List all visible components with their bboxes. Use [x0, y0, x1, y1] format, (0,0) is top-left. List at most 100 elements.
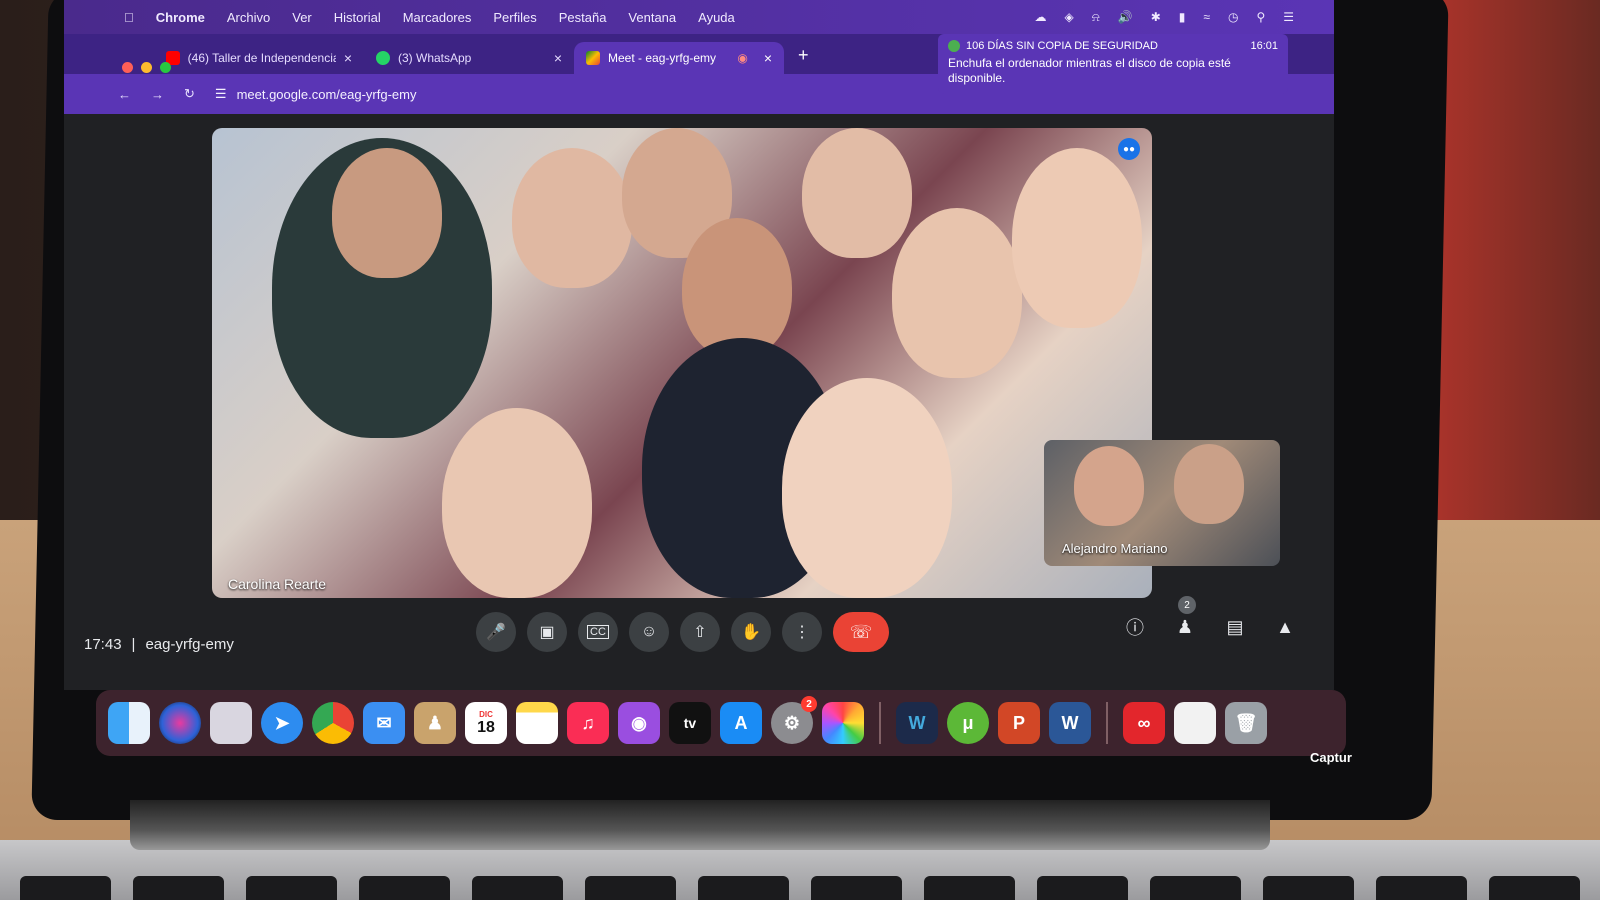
microphone-button[interactable]: 🎤: [476, 612, 516, 652]
reload-icon[interactable]: ↻: [184, 86, 195, 102]
menu-chrome[interactable]: Chrome: [156, 10, 205, 25]
apple-tv-icon[interactable]: tv: [669, 702, 711, 744]
hang-up-icon: ☏: [849, 621, 873, 642]
menu-historial[interactable]: Historial: [334, 10, 381, 25]
meeting-details-button[interactable]: ⓘ: [1122, 614, 1148, 640]
calendar-icon[interactable]: DIC 18: [465, 702, 507, 744]
time-machine-icon: [948, 40, 960, 52]
apple-menu-icon[interactable]: : [124, 10, 134, 25]
main-video-tile[interactable]: ●● Carolina Rearte: [212, 128, 1152, 598]
captions-icon: CC: [587, 625, 609, 639]
creative-cloud-icon[interactable]: ∞: [1123, 702, 1165, 744]
system-settings-icon[interactable]: ⚙ 2: [771, 696, 817, 744]
forward-arrow-icon[interactable]: →: [151, 87, 164, 102]
meeting-code: eag-yrfg-emy: [145, 636, 234, 653]
mail-icon[interactable]: ✉: [363, 702, 405, 744]
contacts-icon[interactable]: ♟: [414, 702, 456, 744]
notification-body: Enchufa el ordenador mientras el disco d…: [948, 56, 1231, 85]
url-text: meet.google.com/eag-yrfg-emy: [236, 86, 417, 102]
word-icon[interactable]: W: [1049, 702, 1091, 744]
close-icon[interactable]: ×: [764, 50, 772, 66]
menu-ayuda[interactable]: Ayuda: [698, 10, 735, 25]
close-icon[interactable]: ×: [554, 50, 562, 66]
back-arrow-icon[interactable]: ←: [118, 87, 131, 102]
tab-whatsapp[interactable]: (3) WhatsApp ×: [364, 42, 574, 74]
participant-figure: [782, 378, 952, 598]
tab-youtube[interactable]: (46) Taller de Independencia ×: [154, 42, 364, 74]
powerpoint-icon[interactable]: P: [998, 702, 1040, 744]
backup-notification[interactable]: 106 DÍAS SIN COPIA DE SEGURIDAD 16:01 En…: [938, 34, 1288, 94]
laptop-screen:  Chrome Archivo Ver Historial Marcadore…: [64, 0, 1334, 690]
bluetooth-icon[interactable]: ✱: [1151, 10, 1161, 25]
participant-figure: [442, 408, 592, 598]
activities-icon: ▲: [1276, 616, 1294, 637]
trash-icon[interactable]: 🗑: [1225, 702, 1267, 744]
participant-figure: [512, 148, 632, 288]
activities-button[interactable]: ▲: [1272, 614, 1298, 640]
info-icon: ⓘ: [1126, 618, 1144, 638]
end-call-button[interactable]: ☏: [833, 612, 889, 652]
finder-icon[interactable]: [108, 702, 150, 744]
raise-hand-button[interactable]: ✋: [731, 612, 771, 652]
cloud-icon[interactable]: ☁: [1035, 10, 1047, 25]
minimize-window-button[interactable]: [141, 62, 152, 73]
participant-figure: [802, 128, 912, 258]
main-participant-name: Carolina Rearte: [228, 576, 327, 592]
participant-figure: [1012, 148, 1142, 328]
menu-ventana[interactable]: Ventana: [628, 10, 676, 25]
reactions-button[interactable]: ☺: [629, 612, 669, 652]
close-icon[interactable]: ×: [344, 50, 352, 66]
chrome-icon[interactable]: [312, 702, 354, 744]
photos-icon[interactable]: [822, 702, 864, 744]
chat-button[interactable]: ▤: [1222, 614, 1248, 640]
shield-icon[interactable]: ◈: [1065, 10, 1074, 25]
emoji-icon: ☺: [640, 623, 658, 640]
self-view-tile[interactable]: Alejandro Mariano: [1044, 440, 1280, 566]
new-tab-button[interactable]: +: [784, 45, 823, 74]
notes-icon[interactable]: [516, 702, 558, 744]
camera-button[interactable]: ▣: [527, 612, 567, 652]
function-key-row: [20, 876, 1580, 900]
safari-icon[interactable]: ➤: [261, 702, 303, 744]
self-participant-name: Alejandro Mariano: [1062, 541, 1168, 556]
webex-icon[interactable]: W: [896, 702, 938, 744]
menu-archivo[interactable]: Archivo: [227, 10, 270, 25]
site-settings-icon[interactable]: ☰: [215, 86, 227, 102]
battery-icon[interactable]: ▮: [1179, 10, 1186, 25]
chat-icon: ▤: [1226, 616, 1244, 637]
participant-figure: [1174, 444, 1244, 524]
present-button[interactable]: ⇧: [680, 612, 720, 652]
tab-title: Meet - eag-yrfg-emy: [608, 51, 717, 65]
more-vert-icon: ⋮: [794, 624, 810, 641]
macos-dock: ➤ ✉ ♟ DIC 18 ♫ ◉ tv A ⚙ 2 W μ P W ∞ 🗑: [96, 690, 1346, 756]
tab-meet[interactable]: Meet - eag-yrfg-emy ◉ ×: [574, 42, 784, 74]
people-button[interactable]: 2 ♟: [1172, 596, 1198, 640]
app-store-icon[interactable]: A: [720, 702, 762, 744]
captions-button[interactable]: CC: [578, 612, 618, 652]
address-bar[interactable]: ☰ meet.google.com/eag-yrfg-emy: [215, 86, 417, 102]
music-icon[interactable]: ♫: [567, 702, 609, 744]
calendar-day: 18: [477, 718, 495, 736]
control-center-icon[interactable]: ☰: [1283, 10, 1294, 25]
menu-marcadores[interactable]: Marcadores: [403, 10, 472, 25]
podcasts-icon[interactable]: ◉: [618, 702, 660, 744]
menu-perfiles[interactable]: Perfiles: [493, 10, 536, 25]
search-icon[interactable]: ⚲: [1256, 10, 1265, 25]
more-options-button[interactable]: ⋮: [782, 612, 822, 652]
close-window-button[interactable]: [122, 62, 133, 73]
utorrent-icon[interactable]: μ: [947, 702, 989, 744]
dock-separator: [879, 702, 881, 744]
zoom-window-button[interactable]: [160, 62, 171, 73]
menu-ver[interactable]: Ver: [292, 10, 312, 25]
wifi-icon[interactable]: ≈: [1203, 10, 1210, 25]
clock-icon[interactable]: ◷: [1228, 10, 1238, 25]
menu-pestana[interactable]: Pestaña: [559, 10, 607, 25]
headphones-icon[interactable]: ⍾: [1092, 10, 1100, 25]
volume-icon[interactable]: 🔊: [1118, 10, 1133, 25]
window-controls: [122, 62, 171, 73]
siri-icon[interactable]: [159, 702, 201, 744]
meet-icon: [586, 51, 600, 65]
document-icon[interactable]: [1174, 702, 1216, 744]
launchpad-icon[interactable]: [210, 702, 252, 744]
microphone-icon: 🎤: [486, 624, 506, 641]
